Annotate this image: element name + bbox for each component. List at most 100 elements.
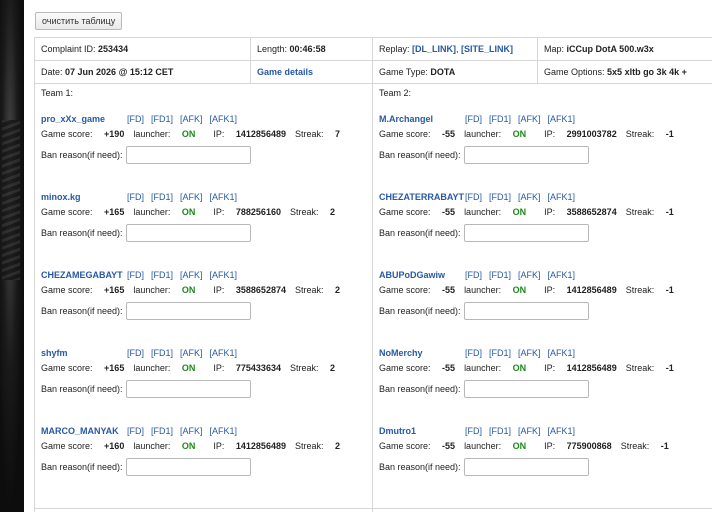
action-fd1-link[interactable]: [FD1] (489, 192, 511, 202)
action-fd1-link[interactable]: [FD1] (151, 426, 173, 436)
action-fd1-link[interactable]: [FD1] (489, 426, 511, 436)
date-label: Date: (41, 67, 63, 77)
player-name-link[interactable]: M.Archangel (379, 114, 465, 124)
action-fd1-link[interactable]: [FD1] (151, 114, 173, 124)
action-fd-link[interactable]: [FD] (127, 114, 144, 124)
action-fd-link[interactable]: [FD] (127, 270, 144, 280)
game-score: Game score: +160 (41, 441, 124, 451)
ip-label: IP: (213, 441, 225, 451)
action-afk-link[interactable]: [AFK] (518, 270, 541, 280)
ban-reason-input[interactable] (125, 224, 251, 242)
clear-table-button[interactable]: очистить таблицу (35, 12, 123, 30)
action-afk1-link[interactable]: [AFK1] (548, 114, 576, 124)
action-fd-link[interactable]: [FD] (465, 270, 482, 280)
action-afk-link[interactable]: [AFK] (518, 348, 541, 358)
launcher-value: ON (512, 441, 527, 451)
action-afk1-link[interactable]: [AFK1] (210, 114, 238, 124)
streak: Streak: 2 (290, 363, 335, 373)
ip-label: IP: (544, 363, 556, 373)
action-afk-link[interactable]: [AFK] (180, 426, 203, 436)
ip-value: 1412856489 (235, 129, 286, 139)
player-name-link[interactable]: NoMerchy (379, 348, 465, 358)
action-afk-link[interactable]: [AFK] (180, 270, 203, 280)
action-fd-link[interactable]: [FD] (127, 192, 144, 202)
ban-reason-input[interactable] (125, 146, 251, 164)
ban-reason-input[interactable] (125, 458, 251, 476)
player-name-link[interactable]: CHEZAMEGABAYT (41, 270, 127, 280)
action-fd-link[interactable]: [FD] (465, 192, 482, 202)
game-score-label: Game score: (41, 363, 93, 373)
player-name-link[interactable]: shyfm (41, 348, 127, 358)
player-name-row: CHEZAMEGABAYT [FD] [FD1] [AFK] [AFK1] (41, 269, 366, 281)
action-fd1-link[interactable]: [FD1] (151, 270, 173, 280)
action-afk-link[interactable]: [AFK] (180, 348, 203, 358)
player-card: Dmutro1 [FD] [FD1] [AFK] [AFK1] Game score: -… (379, 425, 706, 503)
action-fd-link[interactable]: [FD] (465, 348, 482, 358)
action-afk1-link[interactable]: [AFK1] (210, 192, 238, 202)
ban-reason-label: Ban reason(if need): (41, 306, 123, 316)
action-afk1-link[interactable]: [AFK1] (548, 192, 576, 202)
ban-reason-input[interactable] (125, 380, 251, 398)
action-fd1-link[interactable]: [FD1] (151, 192, 173, 202)
action-afk1-link[interactable]: [AFK1] (210, 348, 238, 358)
ip-value: 3588652874 (235, 285, 286, 295)
ip-address: IP: 775433634 (213, 363, 281, 373)
ban-reason-row: Ban reason(if need): (41, 457, 366, 477)
player-name-link[interactable]: MARCO_MANYAK (41, 426, 127, 436)
action-fd-link[interactable]: [FD] (465, 114, 482, 124)
launcher-label: launcher: (464, 285, 502, 295)
replay-cell: Replay: [DL_LINK], [SITE_LINK] (372, 38, 537, 60)
action-afk-link[interactable]: [AFK] (518, 426, 541, 436)
action-afk1-link[interactable]: [AFK1] (548, 426, 576, 436)
ban-reason-input[interactable] (463, 302, 589, 320)
ban-reason-input[interactable] (463, 146, 589, 164)
game-type-label: Game Type: (379, 67, 428, 77)
game-score-label: Game score: (379, 129, 431, 139)
replay-dl-link[interactable]: [DL_LINK] (412, 44, 456, 54)
action-afk-link[interactable]: [AFK] (180, 192, 203, 202)
action-fd-link[interactable]: [FD] (127, 426, 144, 436)
game-score-value: +190 (104, 129, 125, 139)
game-score: Game score: -55 (379, 285, 455, 295)
ban-reason-label: Ban reason(if need): (41, 384, 123, 394)
launcher-status: launcher: ON (133, 207, 204, 217)
streak-label: Streak: (625, 207, 655, 217)
action-fd-link[interactable]: [FD] (465, 426, 482, 436)
player-name-link[interactable]: Dmutro1 (379, 426, 465, 436)
player-name-link[interactable]: pro_xXx_game (41, 114, 127, 124)
launcher-label: launcher: (464, 129, 502, 139)
action-fd1-link[interactable]: [FD1] (151, 348, 173, 358)
player-name-link[interactable]: ABUPoDGawiw (379, 270, 465, 280)
launcher-label: launcher: (464, 441, 502, 451)
launcher-value: ON (512, 207, 527, 217)
ip-label: IP: (213, 207, 225, 217)
action-fd1-link[interactable]: [FD1] (489, 114, 511, 124)
action-afk-link[interactable]: [AFK] (518, 192, 541, 202)
ban-reason-label: Ban reason(if need): (41, 150, 123, 160)
ban-reason-input[interactable] (463, 380, 589, 398)
player-name-row: Dmutro1 [FD] [FD1] [AFK] [AFK1] (379, 425, 706, 437)
action-afk1-link[interactable]: [AFK1] (210, 270, 238, 280)
ban-reason-input[interactable] (463, 458, 589, 476)
action-afk1-link[interactable]: [AFK1] (210, 426, 238, 436)
action-afk1-link[interactable]: [AFK1] (548, 270, 576, 280)
action-afk-link[interactable]: [AFK] (518, 114, 541, 124)
ip-value: 775900868 (566, 441, 612, 451)
player-stats: Game score: +165 launcher: ON IP: 77543363… (41, 363, 366, 375)
streak-label: Streak: (289, 207, 319, 217)
player-name-link[interactable]: minox.kg (41, 192, 127, 202)
launcher-status: launcher: ON (464, 129, 535, 139)
ban-reason-input[interactable] (125, 302, 251, 320)
action-fd1-link[interactable]: [FD1] (489, 270, 511, 280)
action-fd-link[interactable]: [FD] (127, 348, 144, 358)
action-afk1-link[interactable]: [AFK1] (548, 348, 576, 358)
player-name-link[interactable]: CHEZATERRABAYT (379, 192, 465, 202)
action-fd1-link[interactable]: [FD1] (489, 348, 511, 358)
game-details-cell: Game details (250, 61, 372, 83)
launcher-status: launcher: ON (133, 441, 204, 451)
complaint-id-value: 253434 (98, 44, 129, 54)
game-details-link[interactable]: Game details (257, 67, 313, 77)
ban-reason-input[interactable] (463, 224, 589, 242)
replay-site-link[interactable]: [SITE_LINK] (461, 44, 513, 54)
action-afk-link[interactable]: [AFK] (180, 114, 203, 124)
